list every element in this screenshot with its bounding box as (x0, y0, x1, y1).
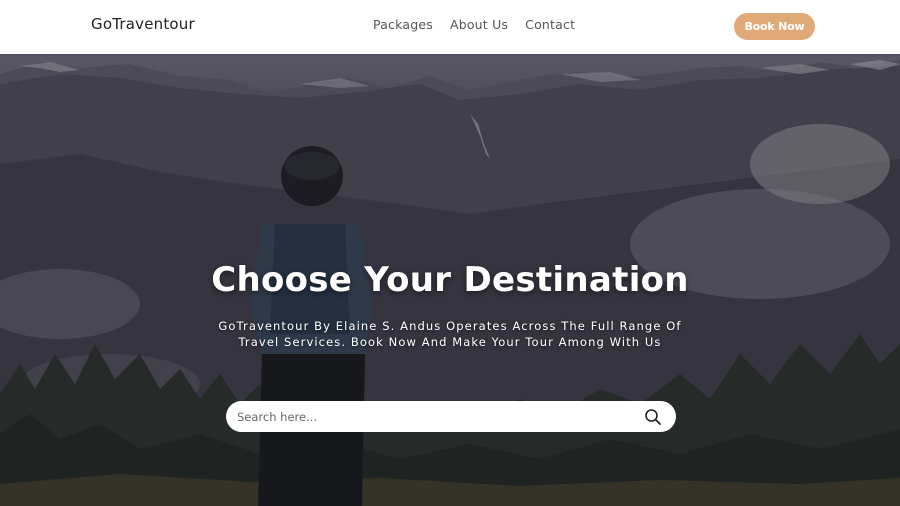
search-icon[interactable] (644, 408, 662, 426)
search-bar (226, 401, 676, 432)
navbar: GoTraventour Packages About Us Contact B… (0, 0, 900, 54)
nav-link-packages[interactable]: Packages (373, 17, 433, 32)
nav-link-contact[interactable]: Contact (525, 17, 575, 32)
search-input[interactable] (237, 409, 644, 424)
book-now-button[interactable]: Book Now (734, 13, 815, 40)
brand-logo[interactable]: GoTraventour (91, 15, 195, 33)
nav-links: Packages About Us Contact (373, 17, 575, 32)
hero-subtitle: GoTraventour By Elaine S. Andus Operates… (218, 319, 682, 349)
hero-title: Choose Your Destination (211, 260, 689, 300)
hero-section: Choose Your Destination GoTraventour By … (0, 54, 900, 506)
nav-link-about-us[interactable]: About Us (450, 17, 508, 32)
